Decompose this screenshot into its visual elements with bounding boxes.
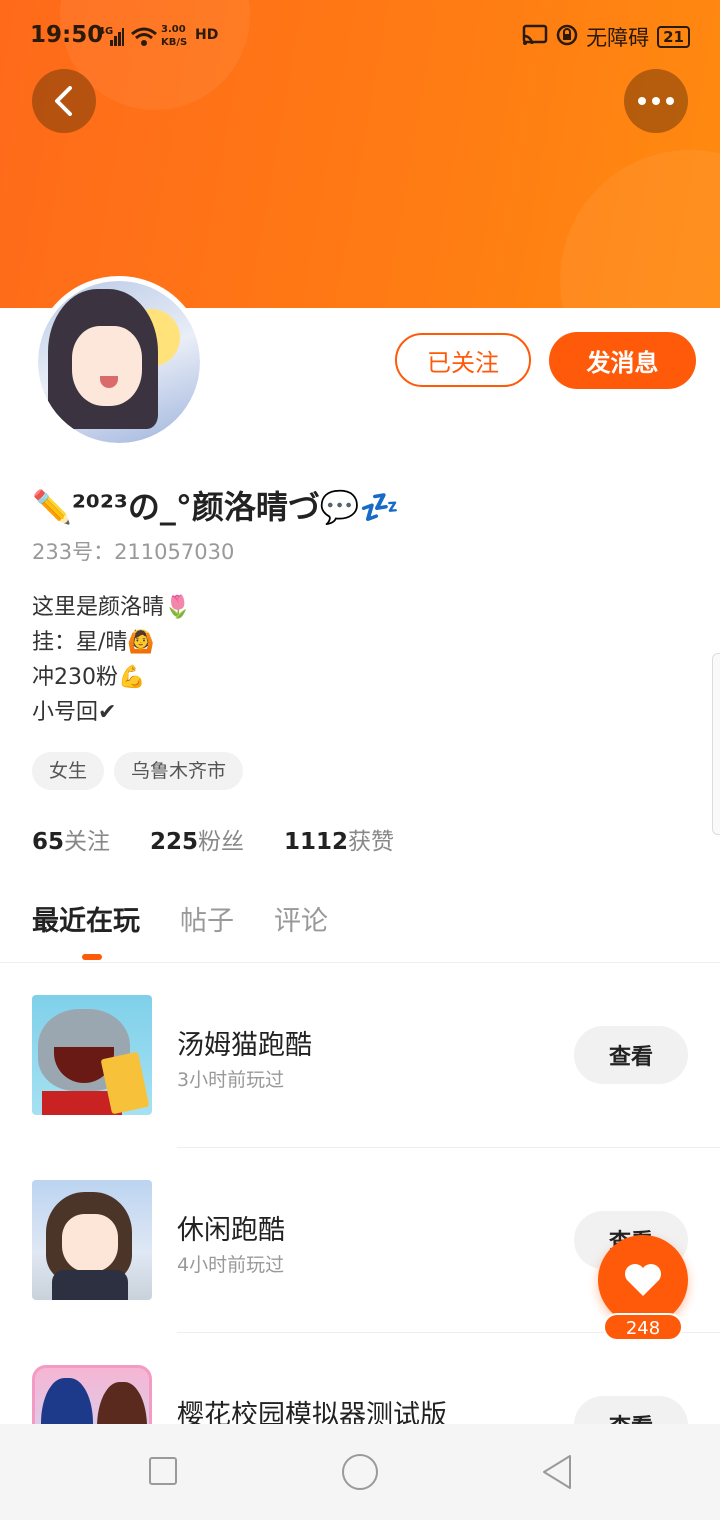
network-speed-unit: KB/S [161, 37, 188, 48]
status-time: 19:50 [30, 22, 104, 48]
cast-icon [522, 24, 548, 51]
game-icon [32, 1180, 152, 1300]
tab-recently-played[interactable]: 最近在玩 [32, 899, 140, 960]
view-button[interactable]: 查看 [574, 1396, 688, 1424]
view-button[interactable]: 查看 [574, 1026, 688, 1084]
home-button[interactable] [342, 1454, 378, 1490]
accessibility-label: 无障碍 [586, 26, 650, 50]
game-icon [32, 1365, 152, 1424]
stat-label: 获赞 [348, 829, 395, 855]
game-name: 汤姆猫跑酷 [177, 1030, 312, 1061]
stat-following[interactable]: 65关注 [32, 822, 110, 856]
list-item[interactable]: 樱花校园模拟器测试版 查看 [0, 1365, 720, 1424]
stat-number: 225 [150, 829, 199, 855]
location-tag: 乌鲁木齐市 [114, 752, 244, 790]
profile-stats: 65关注 225粉丝 1112获赞 [32, 822, 394, 856]
stat-followers[interactable]: 225粉丝 [150, 822, 244, 856]
profile-header-banner: 19:50 4G 3.00 KB/S HD 无障碍 21 [0, 0, 720, 308]
tab-label: 最近在玩 [32, 906, 140, 937]
active-tab-indicator [82, 954, 102, 960]
bio-line: 小号回✔ [32, 700, 117, 725]
heart-icon [625, 1264, 661, 1296]
avatar-image [38, 281, 200, 443]
chevron-left-icon [55, 86, 72, 116]
game-icon [32, 995, 152, 1115]
back-button[interactable] [32, 69, 96, 133]
bio-line: 冲230粉💪 [32, 665, 146, 690]
network-speed-value: 3.00 [161, 24, 186, 35]
tabs-divider [0, 962, 720, 963]
floating-like-button[interactable] [598, 1235, 688, 1325]
gender-tag: 女生 [32, 752, 105, 790]
back-triangle-icon[interactable] [540, 1452, 574, 1492]
more-dots-icon [638, 97, 674, 105]
send-message-button[interactable]: 发消息 [549, 332, 696, 389]
hd-indicator: HD [195, 27, 219, 43]
wifi-icon [130, 26, 158, 52]
stat-likes[interactable]: 1112获赞 [284, 822, 394, 856]
recent-apps-button[interactable] [149, 1457, 177, 1485]
stat-label: 关注 [64, 829, 111, 855]
side-scroll-handle[interactable] [712, 653, 720, 835]
game-last-played: 3小时前玩过 [177, 1069, 285, 1091]
avatar[interactable] [33, 276, 205, 448]
profile-tags: 女生 乌鲁木齐市 [32, 752, 244, 790]
profile-tabs: 最近在玩 帖子 评论 [32, 899, 328, 960]
bio-line: 挂：星/晴🙆 [32, 630, 155, 655]
game-name: 樱花校园模拟器测试版 [177, 1400, 447, 1424]
status-bar: 19:50 4G 3.00 KB/S HD 无障碍 21 [0, 18, 720, 58]
tab-posts[interactable]: 帖子 [180, 899, 234, 938]
bio-line: 这里是颜洛晴🌷 [32, 595, 192, 620]
stat-number: 65 [32, 829, 65, 855]
like-count-badge: 248 [603, 1313, 683, 1341]
status-right-group: 无障碍 21 [522, 22, 690, 52]
followed-button[interactable]: 已关注 [395, 333, 531, 387]
system-navigation-bar [0, 1424, 720, 1520]
signal-icon [110, 28, 124, 50]
user-id: 233号：211057030 [32, 540, 235, 564]
username: ✏️²⁰²³の_°颜洛晴づ💬💤 [32, 488, 400, 526]
battery-icon: 21 [657, 26, 690, 48]
lock-rotation-icon [556, 24, 578, 51]
row-divider [177, 1147, 720, 1148]
list-item[interactable]: 汤姆猫跑酷 3小时前玩过 查看 [0, 995, 720, 1155]
tab-comments[interactable]: 评论 [274, 899, 328, 938]
game-name: 休闲跑酷 [177, 1215, 285, 1246]
bio: 这里是颜洛晴🌷 挂：星/晴🙆 冲230粉💪 小号回✔ [32, 590, 191, 730]
stat-number: 1112 [284, 829, 349, 855]
game-last-played: 4小时前玩过 [177, 1254, 285, 1276]
stat-label: 粉丝 [198, 829, 245, 855]
banner-decoration [560, 150, 720, 308]
more-options-button[interactable] [624, 69, 688, 133]
